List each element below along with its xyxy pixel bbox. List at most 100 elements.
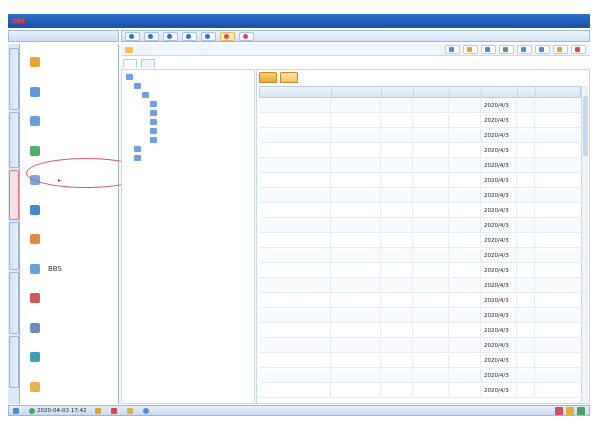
table-row[interactable]: 2020/4/3: [259, 339, 581, 354]
window-tab-3[interactable]: [182, 31, 197, 41]
status-item-4[interactable]: [142, 407, 151, 414]
sidebar-item-9[interactable]: [20, 314, 119, 342]
tree-node[interactable]: [134, 83, 143, 89]
window-tab-1[interactable]: [144, 31, 159, 41]
table-cell: [413, 264, 449, 278]
folder-icon: [150, 128, 157, 134]
sidebar-item-8[interactable]: [20, 284, 119, 312]
table-cell: [449, 354, 481, 368]
action-button-3[interactable]: [499, 45, 514, 54]
action-button-1[interactable]: [463, 45, 478, 54]
action-button-4[interactable]: [517, 45, 532, 54]
table-row[interactable]: 2020/4/3: [259, 354, 581, 369]
action-button-7[interactable]: [571, 45, 586, 54]
tree-node[interactable]: [134, 146, 143, 152]
table-cell: [449, 309, 481, 323]
status-item-3[interactable]: [126, 407, 135, 414]
table-row[interactable]: 2020/4/3: [259, 294, 581, 309]
tree-node[interactable]: [134, 155, 143, 161]
vtab-1[interactable]: [9, 112, 19, 168]
table-row[interactable]: 2020/4/3: [259, 174, 581, 189]
action-button-5[interactable]: [535, 45, 550, 54]
table-cell: [331, 339, 381, 353]
table-row[interactable]: 2020/4/3: [259, 384, 581, 399]
table-row[interactable]: 2020/4/3: [259, 144, 581, 159]
sidebar-header[interactable]: [8, 30, 119, 42]
column-header-5[interactable]: [482, 87, 518, 97]
tree-node[interactable]: [150, 128, 159, 134]
sidebar-item-7[interactable]: BBS: [20, 255, 119, 283]
table-row[interactable]: 2020/4/3: [259, 309, 581, 324]
column-header-6[interactable]: [518, 87, 536, 97]
sidebar-item-11[interactable]: [20, 373, 119, 401]
window-tab-2[interactable]: [163, 31, 178, 41]
table-row[interactable]: 2020/4/3: [259, 234, 581, 249]
table-cell: 2020/4/3: [481, 384, 517, 398]
column-header-0[interactable]: [260, 87, 332, 97]
window-tab-5[interactable]: [220, 31, 235, 41]
sidebar-item-0[interactable]: [20, 48, 119, 76]
action-button-2[interactable]: [481, 45, 496, 54]
table-cell: [331, 279, 381, 293]
status-item-2[interactable]: [110, 407, 119, 414]
grid-tab-catalog[interactable]: [280, 72, 298, 83]
sidebar-item-1[interactable]: [20, 78, 119, 106]
sidebar-item-10[interactable]: [20, 343, 119, 371]
tree-node[interactable]: [142, 92, 151, 98]
table-cell: [381, 384, 413, 398]
table-row[interactable]: 2020/4/3: [259, 114, 581, 129]
tree-node[interactable]: [150, 119, 159, 125]
vtab-4[interactable]: [9, 272, 19, 334]
grid-scrollbar[interactable]: [581, 86, 588, 402]
window-tab-6[interactable]: [239, 31, 254, 41]
table-row[interactable]: 2020/4/3: [259, 99, 581, 114]
table-cell: [517, 294, 535, 308]
vtab-3[interactable]: [9, 222, 19, 270]
table-cell: [517, 114, 535, 128]
lock-icon[interactable]: [566, 406, 574, 415]
action-button-6[interactable]: [553, 45, 568, 54]
table-row[interactable]: 2020/4/3: [259, 129, 581, 144]
vtab-0[interactable]: [9, 48, 19, 110]
action-icon: [539, 47, 544, 52]
table-cell: 2020/4/3: [481, 279, 517, 293]
menu-bar: [8, 4, 590, 13]
sidebar-item-6[interactable]: [20, 225, 119, 253]
table-row[interactable]: 2020/4/3: [259, 324, 581, 339]
table-row[interactable]: 2020/4/3: [259, 369, 581, 384]
vtab-2[interactable]: [9, 170, 19, 220]
window-tab-0[interactable]: [125, 31, 140, 41]
subtab-search[interactable]: [141, 59, 155, 68]
sidebar-item-5[interactable]: [20, 196, 119, 224]
column-header-4[interactable]: [450, 87, 482, 97]
tree-node[interactable]: [126, 74, 139, 80]
table-cell: [259, 129, 331, 143]
exit-icon[interactable]: [577, 406, 585, 415]
tree-node[interactable]: [150, 110, 159, 116]
action-button-0[interactable]: [445, 45, 460, 54]
table-row[interactable]: 2020/4/3: [259, 219, 581, 234]
table-cell: [381, 99, 413, 113]
tree-node[interactable]: [150, 137, 159, 143]
table-row[interactable]: 2020/4/3: [259, 249, 581, 264]
sidebar-item-2[interactable]: [20, 107, 119, 135]
table-cell: [259, 294, 331, 308]
mail-icon: [30, 116, 40, 126]
vtab-5[interactable]: [9, 336, 19, 388]
column-header-1[interactable]: [332, 87, 382, 97]
table-row[interactable]: 2020/4/3: [259, 189, 581, 204]
status-item-1[interactable]: [94, 407, 103, 414]
column-header-3[interactable]: [414, 87, 450, 97]
table-row[interactable]: 2020/4/3: [259, 204, 581, 219]
window-tab-4[interactable]: [201, 31, 216, 41]
heart-icon[interactable]: [555, 406, 563, 415]
table-row[interactable]: 2020/4/3: [259, 159, 581, 174]
scroll-thumb[interactable]: [583, 96, 588, 156]
tree-node[interactable]: [150, 101, 159, 107]
column-header-2[interactable]: [382, 87, 414, 97]
subtab-all[interactable]: [123, 59, 137, 68]
table-row[interactable]: 2020/4/3: [259, 279, 581, 294]
grid-tab-content[interactable]: [259, 72, 277, 83]
table-row[interactable]: 2020/4/3: [259, 264, 581, 279]
app-brand: DEE: [12, 17, 26, 25]
